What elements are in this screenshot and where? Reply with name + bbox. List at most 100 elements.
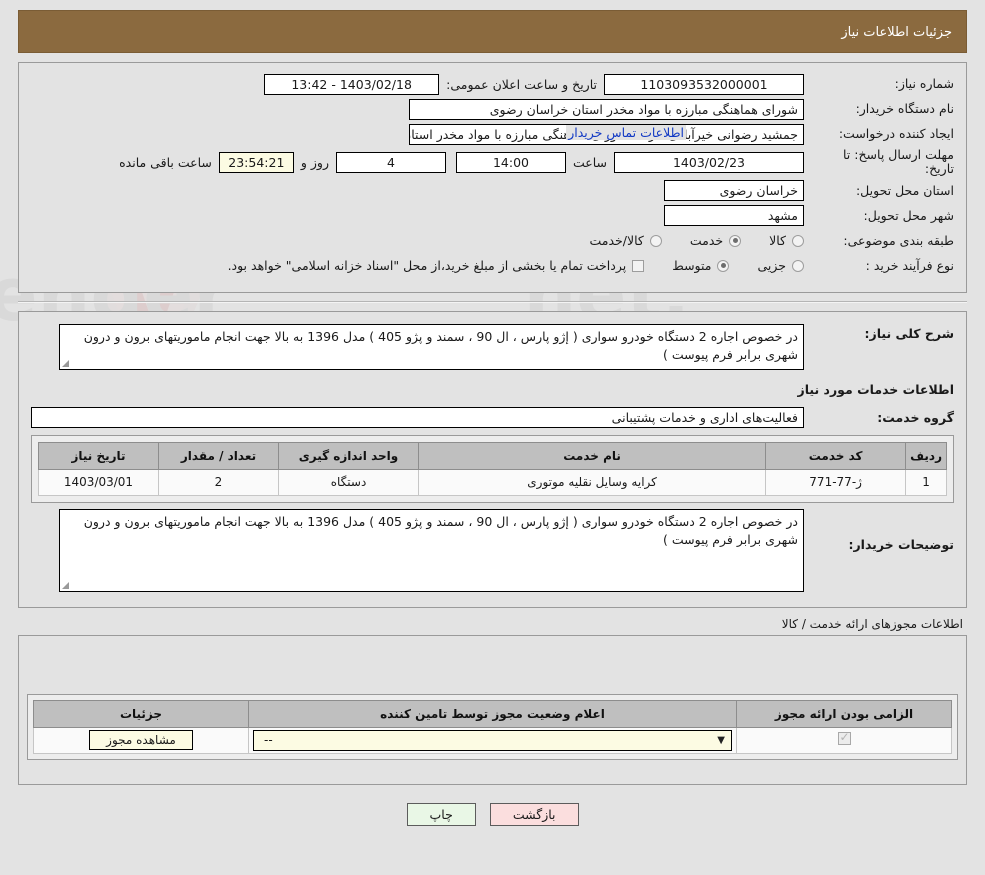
col-radif: ردیف <box>905 441 947 470</box>
process-label: نوع فرآیند خرید : <box>865 257 954 273</box>
permits-panel: الزامی بودن ارائه مجوز اعلام وضعیت مجوز … <box>18 634 967 785</box>
col-date: تاریخ نیاز <box>38 441 159 470</box>
row-process: نوع فرآیند خرید : جزیی متوسط پرداخت تمام… <box>31 255 954 277</box>
description-label: شرح کلی نیاز: <box>864 325 954 341</box>
table-header-row: الزامی بودن ارائه مجوز اعلام وضعیت مجوز … <box>33 699 952 728</box>
description-value[interactable]: در خصوص اجاره 2 دستگاه خودرو سواری ( ﺇژو… <box>59 323 804 370</box>
category-option-kala[interactable]: کالا <box>769 233 804 248</box>
remaining-time-value[interactable]: 23:54:21 <box>218 151 294 173</box>
remaining-days-label: روز و <box>300 154 329 170</box>
deadline-label: مهلت ارسال پاسخ: تا تاریخ: <box>843 147 954 177</box>
row-creator: ایجاد کننده درخواست: جمشید رضوانی خیرآبا… <box>31 123 954 145</box>
divider <box>18 300 967 303</box>
row-description: شرح کلی نیاز: در خصوص اجاره 2 دستگاه خود… <box>31 323 954 370</box>
public-announce-value[interactable]: 1403/02/18 - 13:42 <box>264 73 440 95</box>
province-value[interactable]: خراسان رضوی <box>664 180 804 202</box>
city-label: شهر محل تحویل: <box>863 207 954 223</box>
cell-code: ژ-77-771 <box>765 468 907 496</box>
col-name: نام خدمت <box>417 441 767 470</box>
process-option-motavaset[interactable]: متوسط <box>672 258 730 274</box>
creator-label: ایجاد کننده درخواست: <box>838 126 954 142</box>
process-option-label: متوسط <box>672 258 712 274</box>
treasury-note: پرداخت تمام یا بخشی از مبلغ خرید،از محل … <box>227 258 627 274</box>
public-announce-label: تاریخ و ساعت اعلان عمومی: <box>446 76 597 92</box>
permit-status-select[interactable]: ▼ -- <box>253 729 732 751</box>
service-group-value[interactable]: فعالیت‌های اداری و خدمات پشتیبانی <box>31 407 804 429</box>
process-option-jozei[interactable]: جزیی <box>757 258 804 273</box>
services-section-title: اطلاعات خدمات مورد نیاز <box>797 381 955 397</box>
footer-actions: بازگشت چاپ <box>18 802 967 826</box>
buyer-notes-value[interactable]: در خصوص اجاره 2 دستگاه خودرو سواری ( ﺇژو… <box>59 508 804 592</box>
back-button[interactable]: بازگشت <box>489 802 579 826</box>
cell-name: کرایه وسایل نقلیه موتوری <box>417 468 767 496</box>
buyer-contact-link[interactable]: اطلاعات تماس خریدار <box>566 125 686 140</box>
col-quantity: تعداد / مقدار <box>158 441 279 470</box>
services-table-wrapper: ردیف کد خدمت نام خدمت واحد اندازه گیری ت… <box>31 434 954 503</box>
radio-icon[interactable] <box>792 234 804 247</box>
col-unit: واحد اندازه گیری <box>278 441 419 470</box>
cell-date: 1403/03/01 <box>38 468 159 496</box>
province-label: استان محل تحویل: <box>855 182 954 198</box>
need-number-label: شماره نیاز: <box>894 76 954 92</box>
row-need-number: شماره نیاز: 1103093532000001 تاریخ و ساع… <box>31 73 954 95</box>
radio-icon[interactable] <box>729 234 742 247</box>
cell-permit-status: ▼ -- <box>248 726 737 754</box>
page-title: جزئیات اطلاعات نیاز <box>841 25 952 40</box>
treasury-checkbox-item[interactable]: پرداخت تمام یا بخشی از مبلغ خرید،از محل … <box>228 258 645 273</box>
city-value[interactable]: مشهد <box>664 205 804 227</box>
checkbox-icon[interactable] <box>632 259 645 272</box>
category-option-label: خدمت <box>689 233 724 249</box>
cell-quantity: 2 <box>158 468 279 496</box>
process-radio-group: جزیی متوسط پرداخت تمام یا بخشی از مبلغ خ… <box>216 258 804 273</box>
permits-table-wrapper: الزامی بودن ارائه مجوز اعلام وضعیت مجوز … <box>27 693 958 760</box>
radio-icon[interactable] <box>649 234 662 247</box>
table-row: 1 ژ-77-771 کرایه وسایل نقلیه موتوری دستگ… <box>38 468 947 496</box>
category-option-label: کالا/خدمت <box>589 233 644 249</box>
col-permit-details: جزئیات <box>33 699 249 728</box>
row-buyer-notes: توضیحات خریدار: در خصوص اجاره 2 دستگاه خ… <box>31 508 954 592</box>
row-category: طبقه بندی موضوعی: کالا خدمت کالا/خدمت <box>31 230 954 252</box>
remaining-suffix-label: ساعت باقی مانده <box>119 154 212 170</box>
permits-table: الزامی بودن ارائه مجوز اعلام وضعیت مجوز … <box>33 699 952 754</box>
row-province: استان محل تحویل: خراسان رضوی <box>31 180 954 202</box>
table-header-row: ردیف کد خدمت نام خدمت واحد اندازه گیری ت… <box>38 441 947 470</box>
deadline-hour-value[interactable]: 14:00 <box>455 151 566 173</box>
buyer-notes-label: توضیحات خریدار: <box>848 536 954 552</box>
row-service-group: گروه خدمت: فعالیت‌های اداری و خدمات پشتی… <box>31 407 954 429</box>
deadline-date-value[interactable]: 1403/02/23 <box>614 151 804 173</box>
cell-unit: دستگاه <box>278 468 419 496</box>
buyer-org-label: نام دستگاه خریدار: <box>855 101 954 117</box>
cell-permit-required <box>736 726 952 754</box>
category-option-khedmat[interactable]: خدمت <box>689 233 742 249</box>
permit-status-value: -- <box>264 732 273 747</box>
check-icon <box>837 730 851 746</box>
cell-radif: 1 <box>905 468 947 496</box>
services-panel: شرح کلی نیاز: در خصوص اجاره 2 دستگاه خود… <box>18 310 967 608</box>
radio-icon[interactable] <box>717 259 730 272</box>
category-option-label: کالا <box>769 233 786 249</box>
row-deadline: مهلت ارسال پاسخ: تا تاریخ: 1403/02/23 سا… <box>31 147 954 177</box>
category-radio-group: کالا خدمت کالا/خدمت <box>561 233 804 248</box>
permits-caption: اطلاعات مجوزهای ارائه خدمت / کالا <box>781 616 963 631</box>
cell-permit-details: مشاهده مجوز <box>33 726 249 754</box>
remaining-days-value[interactable]: 4 <box>335 151 446 173</box>
buyer-org-value[interactable]: شورای هماهنگی مبارزه با مواد مخدر استان … <box>409 98 804 120</box>
view-permit-button[interactable]: مشاهده مجوز <box>89 730 193 751</box>
row-city: شهر محل تحویل: مشهد <box>31 205 954 227</box>
need-number-value[interactable]: 1103093532000001 <box>604 73 804 95</box>
deadline-hour-label: ساعت <box>572 154 607 170</box>
col-permit-required: الزامی بودن ارائه مجوز <box>736 699 952 728</box>
row-buyer-org: نام دستگاه خریدار: شورای هماهنگی مبارزه … <box>31 98 954 120</box>
category-label: طبقه بندی موضوعی: <box>843 232 954 248</box>
radio-icon[interactable] <box>792 259 804 272</box>
chevron-down-icon: ▼ <box>717 734 725 746</box>
table-row: ▼ -- مشاهده مجوز <box>33 726 952 754</box>
print-button[interactable]: چاپ <box>406 802 476 826</box>
page-title-bar: جزئیات اطلاعات نیاز <box>18 10 967 53</box>
col-code: کد خدمت <box>765 441 907 470</box>
category-option-kala-khedmat[interactable]: کالا/خدمت <box>589 233 662 249</box>
need-info-panel: شماره نیاز: 1103093532000001 تاریخ و ساع… <box>18 62 967 293</box>
service-group-label: گروه خدمت: <box>877 409 954 425</box>
process-option-label: جزیی <box>757 258 786 274</box>
col-permit-status: اعلام وضعیت مجوز توسط تامین کننده <box>248 699 737 728</box>
